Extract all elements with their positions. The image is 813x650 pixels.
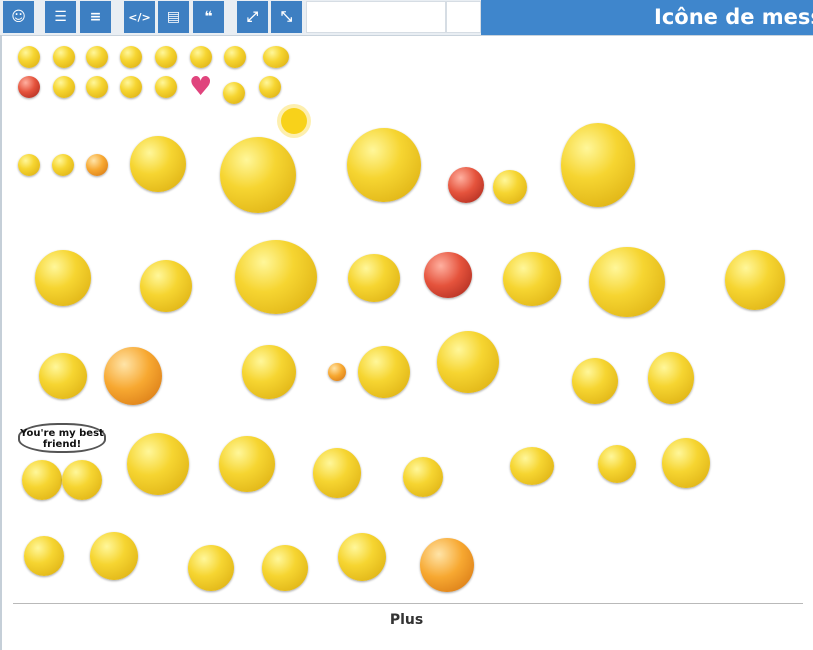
editor-toolbar: ☺ ☰ ≡ </> ▤ ❝ ⤢ ⤡ Icône de messa [0,0,813,36]
angry-emoji[interactable] [18,76,40,98]
page-title: Icône de messa [481,0,813,35]
best-friend-emoji-left[interactable] [22,460,62,500]
fist-bump-emoji-right[interactable] [262,545,308,591]
smile-emoji[interactable] [18,46,40,68]
toolbar-field[interactable] [306,1,446,33]
suspicious-emoji[interactable] [589,247,665,317]
facepalm-emoji[interactable] [235,240,317,314]
sick-emoji[interactable] [598,445,636,483]
fist-bump-emoji-left[interactable] [188,545,234,591]
thumbs-up-emoji[interactable] [420,538,474,592]
blushing-emoji[interactable] [358,346,410,398]
fencing-emoji[interactable] [493,170,527,204]
writer-emoji[interactable] [437,331,499,393]
computer-emoji[interactable] [403,457,443,497]
toolbar-field-end[interactable] [446,1,481,33]
sad-emoji[interactable] [224,46,246,68]
smiley-button[interactable]: ☺ [3,1,34,33]
nerd-emoji[interactable] [503,252,561,306]
collapse-icon: ⤡ [280,9,293,25]
waving-emoji[interactable] [104,347,162,405]
more-button[interactable]: Plus [0,612,813,628]
grin-emoji[interactable] [120,46,142,68]
angel-emoji[interactable] [263,46,289,68]
heart-icon[interactable]: ♥ [189,74,212,100]
shocked-emoji[interactable] [662,438,710,488]
shy-emoji[interactable] [648,352,694,404]
smiley-icon: ☺ [11,9,26,25]
expand-button[interactable]: ⤢ [237,1,268,33]
crying-emoji[interactable] [348,254,400,302]
expand-icon: ⤢ [246,9,259,25]
thumbs-down-emoji[interactable] [39,353,87,399]
flowers-emoji[interactable] [572,358,618,404]
graduate-emoji[interactable] [140,260,192,312]
sleepy-emoji[interactable] [52,154,74,176]
big-grin-emoji[interactable] [347,128,421,202]
quote-icon: ❝ [204,9,213,25]
sun-icon [281,108,307,134]
tongue-emoji[interactable] [155,46,177,68]
exclamation-emoji[interactable] [155,76,177,98]
document-icon: ▤ [166,9,181,25]
weightlifter-emoji[interactable] [313,448,361,498]
scream-emoji[interactable] [561,123,635,207]
code-icon: </> [128,10,151,24]
pointing-emoji[interactable] [130,136,186,192]
mad-emoji[interactable] [424,252,472,298]
tiny-laugh-emoji[interactable] [328,363,346,381]
photographer-emoji[interactable] [338,533,386,581]
happy-emoji[interactable] [53,46,75,68]
hot-emoji[interactable] [220,137,296,213]
bulleted-list-button[interactable]: ☰ [45,1,76,33]
worried-emoji[interactable] [18,154,40,176]
quote-button[interactable]: ❝ [193,1,224,33]
numbered-list-button[interactable]: ≡ [80,1,111,33]
laughing-emoji[interactable] [725,250,785,310]
devil-emoji[interactable] [448,167,484,203]
idea-emoji[interactable] [259,76,281,98]
painter-emoji[interactable] [219,436,275,492]
code-button[interactable]: </> [124,1,155,33]
confused-emoji[interactable] [86,76,108,98]
rolling-eyes-emoji[interactable] [190,46,212,68]
cool-emoji[interactable] [86,46,108,68]
wink-emoji[interactable] [53,76,75,98]
document-button[interactable]: ▤ [158,1,189,33]
collapse-button[interactable]: ⤡ [271,1,302,33]
panel-divider [13,603,803,604]
arrow-emoji[interactable] [86,154,108,176]
looking-emoji[interactable] [24,536,64,576]
bulleted-list-icon: ☰ [54,9,67,25]
wine-emoji[interactable] [90,532,138,580]
numbered-list-icon: ≡ [89,9,102,25]
best-friend-bubble: You're my best friend! [18,423,106,453]
question-emoji[interactable] [223,82,245,104]
peeking-emoji[interactable] [510,447,554,485]
best-friend-emoji-right[interactable] [62,460,102,500]
smirk-emoji[interactable] [120,76,142,98]
sunglasses-emoji[interactable] [127,433,189,495]
victory-emoji[interactable] [35,250,91,306]
cheering-emoji[interactable] [242,345,296,399]
